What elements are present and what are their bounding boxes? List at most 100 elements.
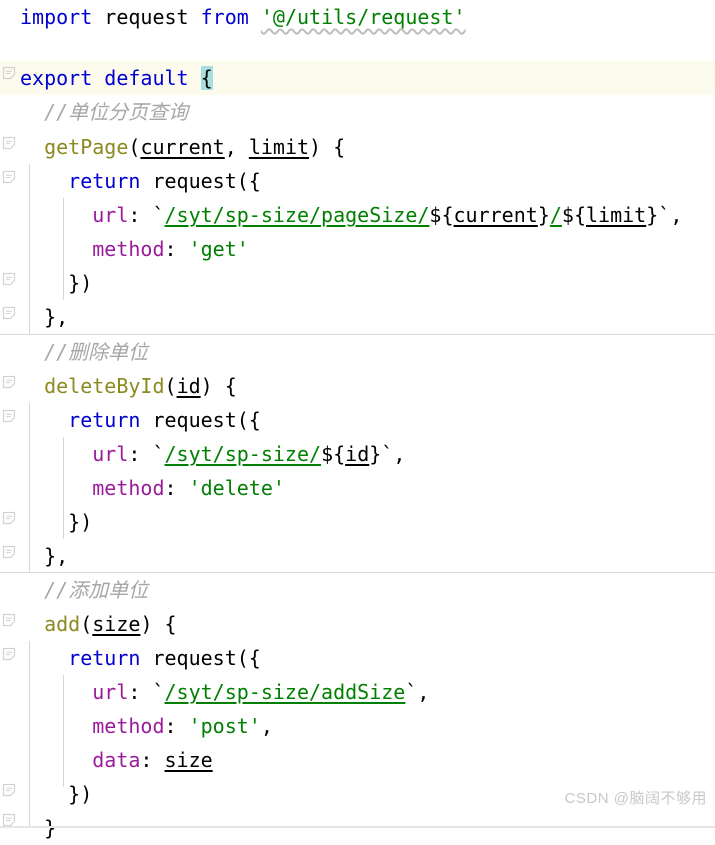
code-token: /syt/sp-size/ [164, 442, 322, 466]
code-line[interactable]: }) [20, 777, 92, 811]
code-line[interactable]: return request({ [20, 403, 261, 437]
code-token: from [200, 5, 249, 29]
code-line[interactable]: method: 'post', [20, 709, 273, 743]
code-token: { [200, 66, 213, 90]
fold-marker-export-default[interactable] [2, 66, 16, 80]
code-token: method [92, 714, 165, 738]
code-token: //单位分页查询 [20, 100, 189, 124]
code-token: current [140, 135, 225, 159]
fold-marker-getpage-close[interactable] [2, 306, 16, 320]
csdn-watermark: CSDN @脑阔不够用 [564, 790, 707, 807]
code-line[interactable]: import request from '@/utils/request' [20, 0, 466, 34]
code-line[interactable]: add(size) { [20, 607, 177, 641]
code-line[interactable]: //添加单位 [20, 573, 148, 607]
code-token: : [164, 476, 189, 500]
code-token: }, [20, 544, 69, 568]
code-line[interactable]: }, [20, 539, 68, 573]
code-token: : [128, 203, 153, 227]
code-token: , [393, 442, 406, 466]
code-line[interactable]: }) [20, 505, 92, 539]
code-token: id [345, 442, 370, 466]
code-token: request [104, 5, 189, 29]
code-token: }) [20, 782, 93, 806]
code-token: /syt/sp-size/addSize [164, 680, 406, 704]
code-token: ( [80, 612, 93, 636]
fold-marker-deletebyid-open[interactable] [2, 375, 16, 389]
code-token: return [68, 408, 141, 432]
code-token: deleteById [44, 374, 165, 398]
fold-gutter[interactable] [0, 0, 20, 828]
code-token: data [92, 748, 141, 772]
fold-marker-add-return[interactable] [2, 647, 16, 661]
fold-marker-add-close-inner[interactable] [2, 783, 16, 797]
code-token: ` [405, 680, 418, 704]
code-line[interactable]: } [20, 811, 56, 845]
code-line[interactable]: url: `/syt/sp-size/pageSize/${current}/$… [20, 198, 682, 232]
code-line[interactable]: //删除单位 [20, 335, 148, 369]
code-token: add [44, 612, 81, 636]
code-token: ( [164, 374, 177, 398]
code-token: } [20, 816, 57, 840]
code-token: ${ [321, 442, 346, 466]
code-token: return [68, 169, 141, 193]
fold-marker-deletebyid-return[interactable] [2, 409, 16, 423]
code-line[interactable]: deleteById(id) { [20, 369, 237, 403]
code-token: ) { [140, 612, 177, 636]
code-token: method [92, 476, 165, 500]
code-token: request({ [152, 408, 261, 432]
code-token: } [369, 442, 382, 466]
code-line[interactable]: }) [20, 266, 92, 300]
code-token: , [224, 135, 249, 159]
code-token: } [537, 203, 550, 227]
code-token: id [176, 374, 201, 398]
code-line[interactable]: method: 'get' [20, 232, 249, 266]
fold-marker-getpage-close-inner[interactable] [2, 272, 16, 286]
code-token: getPage [44, 135, 129, 159]
code-token: ` [658, 203, 671, 227]
fold-marker-getpage-open[interactable] [2, 136, 16, 150]
code-token: ) { [309, 135, 346, 159]
code-token: } [646, 203, 659, 227]
code-token: ( [128, 135, 141, 159]
fold-marker-add-open[interactable] [2, 613, 16, 627]
code-line[interactable]: data: size [20, 743, 212, 777]
code-line[interactable]: url: `/syt/sp-size/${id}`, [20, 437, 405, 471]
code-line[interactable]: url: `/syt/sp-size/addSize`, [20, 675, 429, 709]
code-token: 'post' [188, 714, 261, 738]
code-token: ` [381, 442, 394, 466]
code-line[interactable]: //单位分页查询 [20, 95, 188, 129]
code-line[interactable]: method: 'delete' [20, 471, 285, 505]
code-line[interactable]: return request({ [20, 164, 261, 198]
code-line[interactable]: }, [20, 300, 68, 334]
code-token: : [140, 748, 165, 772]
fold-marker-add-close[interactable] [2, 813, 16, 827]
code-line[interactable]: return request({ [20, 641, 261, 675]
code-token: export [20, 66, 93, 90]
fold-marker-deletebyid-close[interactable] [2, 545, 16, 559]
fold-marker-deletebyid-close-inner[interactable] [2, 511, 16, 525]
code-token: current [453, 203, 538, 227]
code-token: , [670, 203, 683, 227]
code-token: request({ [152, 169, 261, 193]
code-token: limit [586, 203, 647, 227]
code-line[interactable]: export default { [20, 61, 213, 95]
code-token: ` [152, 442, 165, 466]
fold-marker-getpage-return[interactable] [2, 170, 16, 184]
code-token: return [68, 646, 141, 670]
code-token: //添加单位 [20, 578, 149, 602]
code-line[interactable]: getPage(current, limit) { [20, 130, 345, 164]
code-token: url [92, 442, 129, 466]
code-editor[interactable]: import request from '@/utils/request' exp… [0, 0, 715, 840]
code-token: ` [152, 203, 165, 227]
